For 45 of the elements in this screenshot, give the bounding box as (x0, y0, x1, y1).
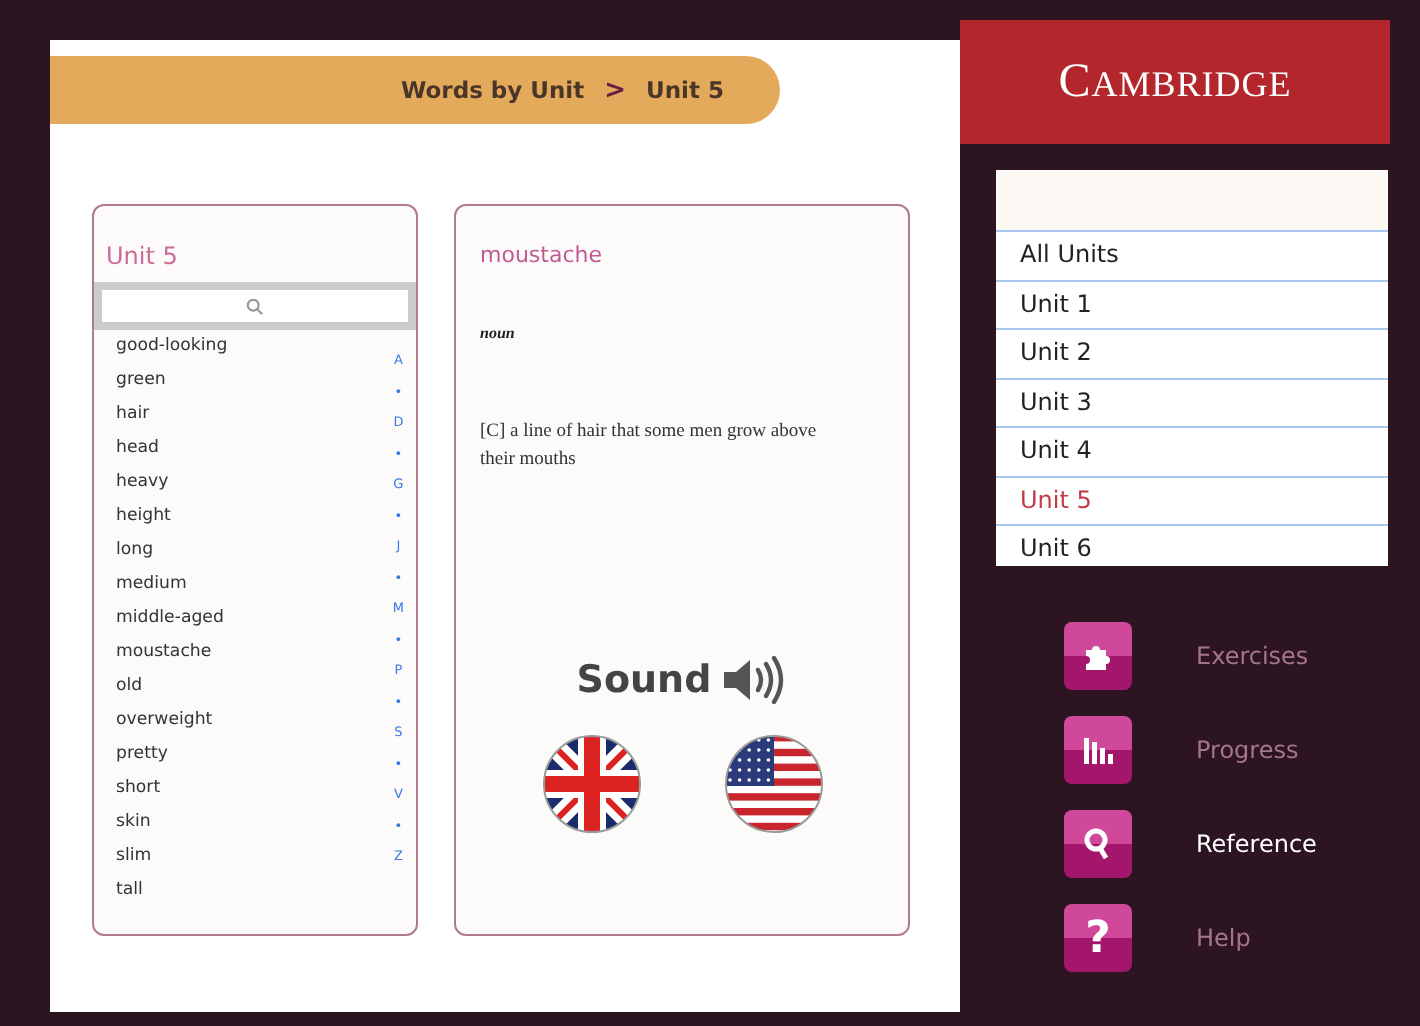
bar-chart-icon (1064, 716, 1132, 784)
unit-item[interactable]: Unit 1 (996, 281, 1388, 330)
word-item[interactable]: pretty (116, 738, 393, 772)
definition-text: [C] a line of hair that some men grow above their mouths (480, 420, 819, 474)
search-icon (1064, 810, 1132, 878)
word-item[interactable]: good-looking (116, 330, 393, 364)
panel-title: Unit 5 (104, 240, 180, 274)
word-item[interactable]: hair (116, 398, 393, 432)
word-item[interactable]: medium (116, 568, 393, 602)
unit-item[interactable]: Unit 3 (996, 379, 1388, 428)
sound-label: Sound (576, 658, 712, 702)
nav-item[interactable]: Progress (1064, 716, 1390, 784)
help-icon: ? (1064, 904, 1132, 972)
search-field[interactable] (102, 290, 408, 322)
word-item[interactable]: middle-aged (116, 602, 393, 636)
unit-item[interactable]: Unit 4 (996, 428, 1388, 477)
word-item[interactable]: short (116, 772, 393, 806)
unit-item[interactable]: Unit 5 (996, 477, 1388, 526)
us-flag-button[interactable] (723, 734, 823, 834)
word-item[interactable]: slim (116, 840, 393, 874)
search-icon (246, 297, 264, 315)
nav-item[interactable]: ? Help (1064, 904, 1390, 972)
logo: CAMBRIDGE (960, 20, 1390, 144)
unit-item[interactable]: Unit 2 (996, 330, 1388, 379)
part-of-speech: noun (480, 324, 517, 342)
word-item[interactable]: green (116, 364, 393, 398)
chevron-icon: > (604, 75, 627, 105)
word-item[interactable]: skin (116, 806, 393, 840)
breadcrumb-current: Unit 5 (646, 76, 724, 104)
unit-item[interactable]: All Units (996, 232, 1388, 281)
unit-item[interactable]: Unit 6 (996, 526, 1388, 566)
puzzle-icon (1064, 622, 1132, 690)
word-item[interactable]: heavy (116, 466, 393, 500)
breadcrumb-link[interactable]: Words by Unit (400, 76, 585, 104)
nav-item[interactable]: Exercises (1064, 622, 1390, 690)
word-item[interactable]: tall (116, 874, 393, 908)
word-item[interactable]: old (116, 670, 393, 704)
word-item[interactable]: moustache (116, 636, 393, 670)
headword: moustache (480, 242, 604, 268)
word-item[interactable]: long (116, 534, 393, 568)
word-item[interactable]: height (116, 500, 393, 534)
word-item[interactable]: overweight (116, 704, 393, 738)
word-item[interactable]: head (116, 432, 393, 466)
nav-item[interactable]: Reference (1064, 810, 1390, 878)
speaker-icon (719, 654, 788, 706)
